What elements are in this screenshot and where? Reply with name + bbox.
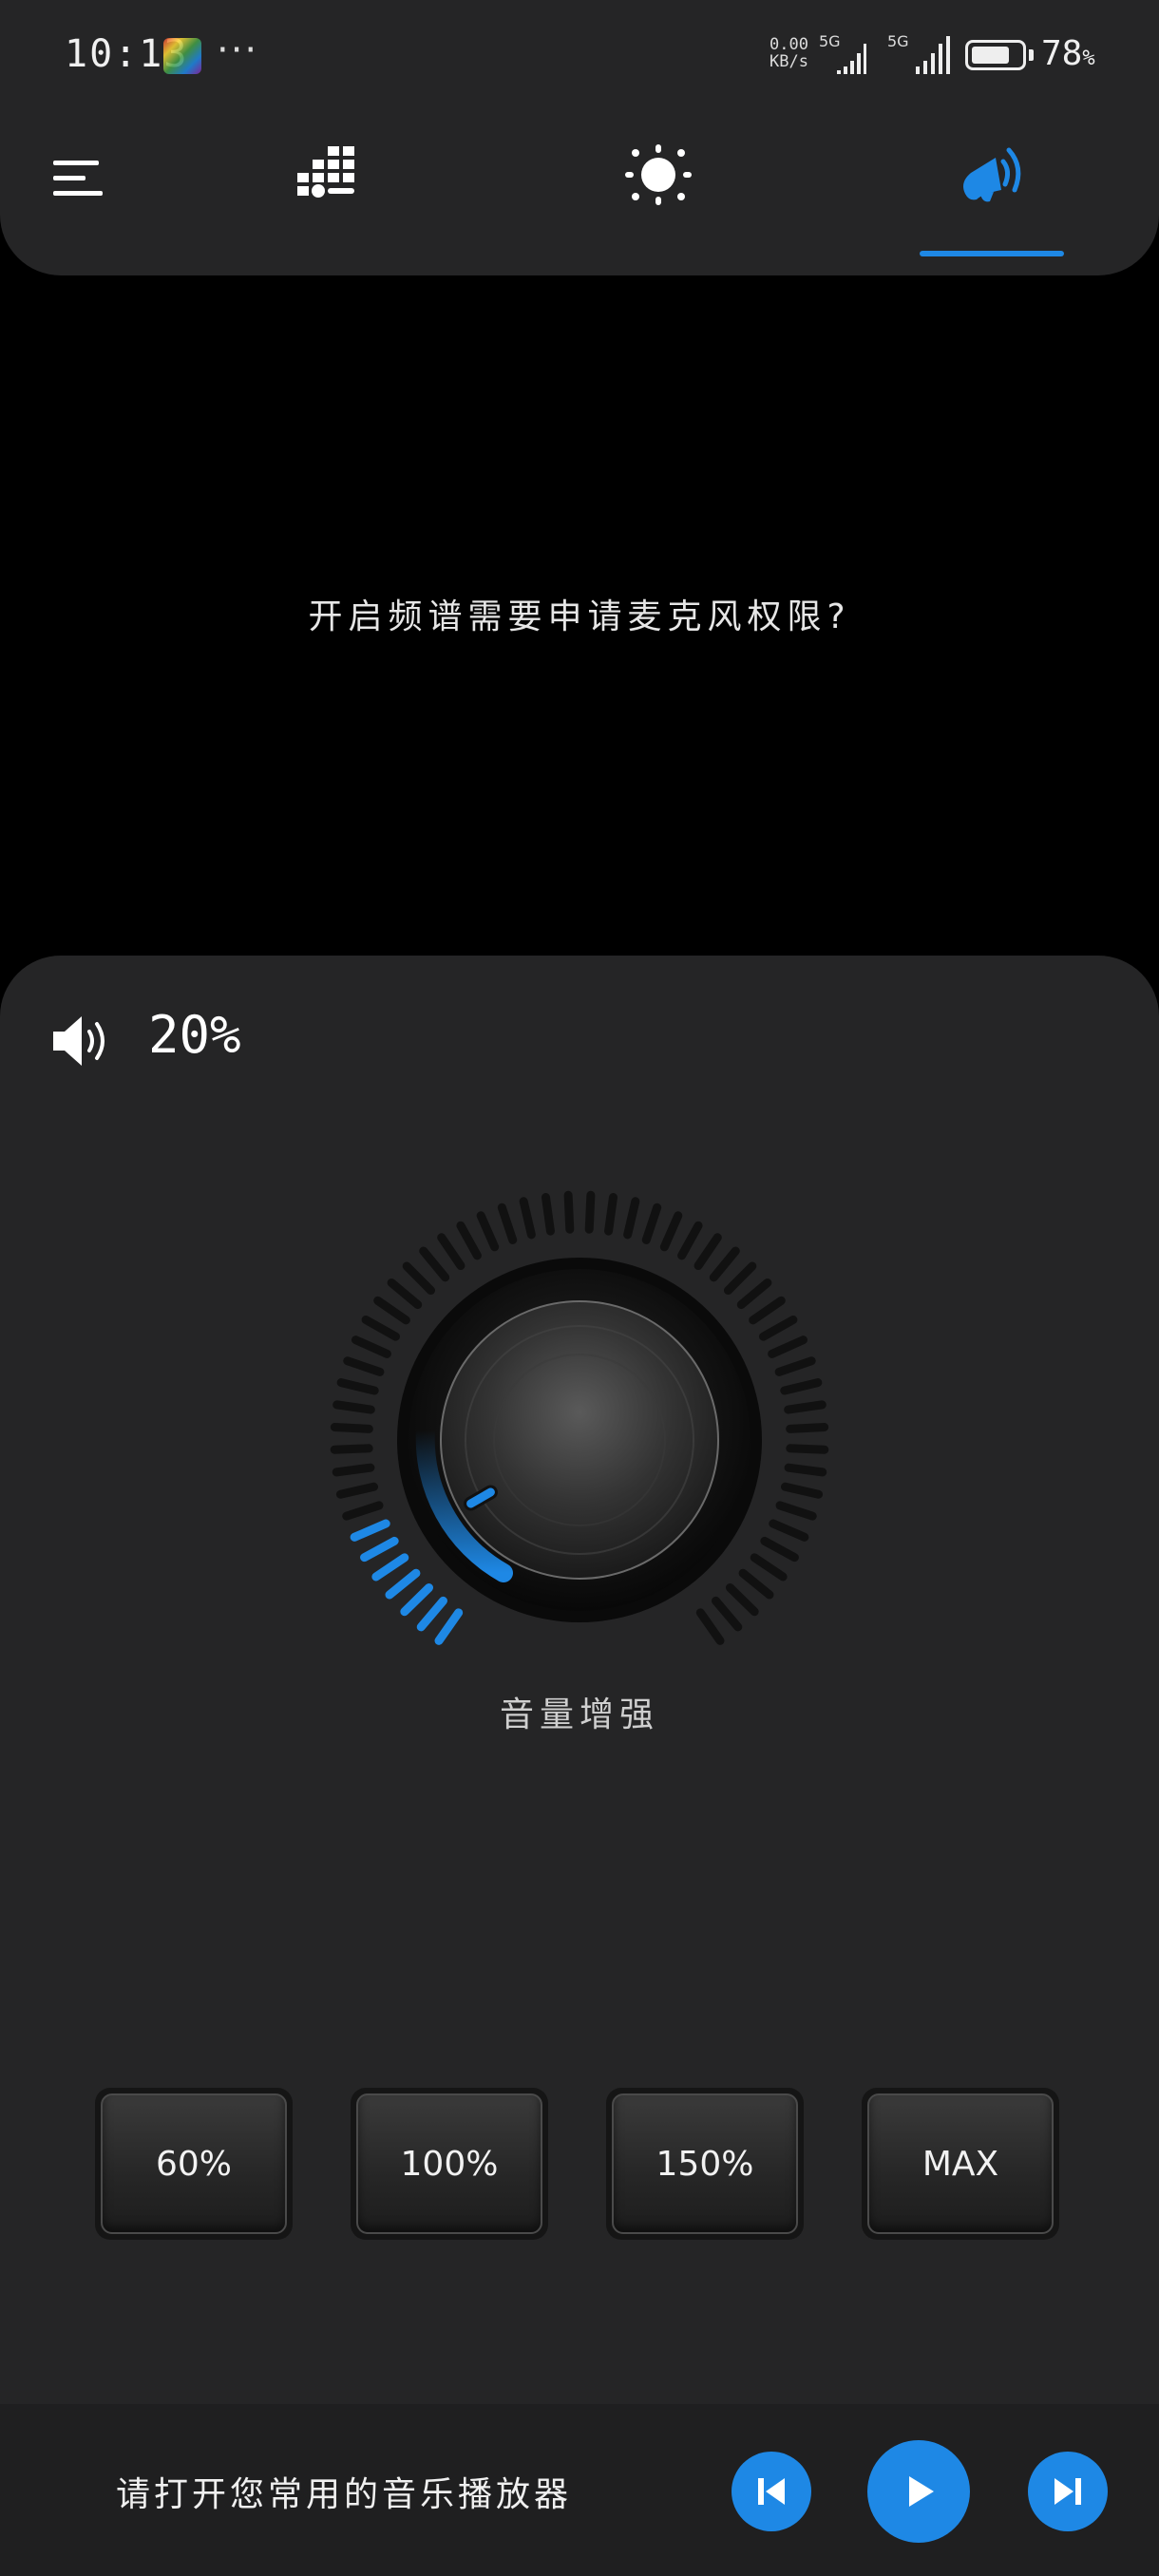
next-icon <box>1054 2478 1081 2505</box>
knob-tick <box>768 1335 808 1358</box>
top-bar: 10:13 ··· 0.00 KB/s 5G 5G 78% <box>0 0 1159 275</box>
network-speed: 0.00 KB/s <box>770 36 808 70</box>
knob-tick <box>775 1501 817 1521</box>
app-notification-icon <box>163 38 201 74</box>
knob-tick <box>738 1568 774 1600</box>
more-notifications-icon: ··· <box>217 28 259 72</box>
knob-tick <box>769 1519 809 1542</box>
knob-tick <box>402 1261 436 1296</box>
menu-icon[interactable] <box>51 156 108 203</box>
tab-volume-boost[interactable] <box>920 133 1062 256</box>
knob-tick <box>584 1190 596 1234</box>
tab-bar <box>0 133 1159 266</box>
knob-tick <box>419 1246 450 1282</box>
knob-tick-active <box>360 1536 399 1563</box>
knob-tick-active <box>416 1596 447 1632</box>
knob-tick <box>437 1233 466 1271</box>
knob-tick <box>335 1482 379 1499</box>
knob-tick <box>695 1608 725 1645</box>
knob-tick <box>604 1192 618 1236</box>
tab-equalizer[interactable] <box>255 133 397 256</box>
open-player-prompt[interactable]: 请打开您常用的音乐播放器 <box>116 2467 572 2516</box>
battery-icon <box>965 40 1026 70</box>
microphone-permission-prompt[interactable]: 开启频谱需要申请麦克风权限? <box>0 589 1159 638</box>
battery-percent: 78% <box>1041 34 1095 73</box>
network-speed-value: 0.00 <box>770 35 808 54</box>
active-tab-indicator <box>920 251 1064 256</box>
knob-tick <box>541 1192 555 1236</box>
speaker-icon <box>963 147 1021 202</box>
knob-tick <box>736 1278 772 1310</box>
knob-tick-active <box>371 1553 409 1582</box>
knob-tick-active <box>350 1519 390 1542</box>
preset-buttons: 60% 100% 150% MAX <box>0 2088 1159 2240</box>
knob-tick-active <box>434 1608 464 1645</box>
player-bar: 请打开您常用的音乐播放器 <box>0 2404 1159 2576</box>
next-button[interactable] <box>1028 2452 1108 2531</box>
knob-tick <box>723 1261 757 1296</box>
previous-button[interactable] <box>732 2452 811 2531</box>
knob-tick <box>659 1211 683 1252</box>
knob-tick <box>786 1422 829 1433</box>
volume-boost-knob[interactable] <box>314 1174 846 1706</box>
preset-100-button[interactable]: 100% <box>351 2088 548 2240</box>
volume-icon <box>49 1013 112 1073</box>
knob-tick <box>749 1296 786 1325</box>
knob-tick <box>694 1233 722 1271</box>
knob-tick <box>387 1278 423 1310</box>
knob-tick <box>456 1221 482 1260</box>
knob-tick <box>342 1501 384 1521</box>
network-speed-unit: KB/s <box>770 52 808 71</box>
volume-boost-panel: 20% 音量增强 60% 100% 150% MAX <box>0 956 1159 2404</box>
battery-tip <box>1029 49 1034 61</box>
knob-tick <box>336 1378 379 1395</box>
play-icon <box>909 2476 934 2507</box>
knob-tick <box>476 1211 500 1252</box>
previous-icon <box>758 2478 785 2505</box>
knob-tick <box>361 1315 401 1341</box>
knob-tick <box>677 1221 703 1260</box>
preset-60-button[interactable]: 60% <box>95 2088 293 2240</box>
knob-tick <box>758 1315 798 1341</box>
knob-tick <box>519 1197 536 1240</box>
knob-tick <box>343 1356 385 1376</box>
equalizer-icon <box>297 146 354 198</box>
volume-percent: 20% <box>148 1005 241 1065</box>
knob-tick-active <box>400 1582 434 1617</box>
knob-label: 音量增强 <box>499 1695 659 1734</box>
knob-tick <box>332 1463 375 1477</box>
status-bar: 10:13 ··· 0.00 KB/s 5G 5G 78% <box>0 0 1159 114</box>
knob-tick <box>330 1422 373 1433</box>
preset-max-button[interactable]: MAX <box>862 2088 1059 2240</box>
knob-tick <box>784 1400 826 1414</box>
knob-tick <box>709 1246 740 1282</box>
knob-tick <box>712 1596 743 1632</box>
knob-tick <box>780 1482 824 1499</box>
knob-tick <box>760 1536 799 1563</box>
knob-tick-active <box>385 1568 421 1600</box>
knob-tick <box>750 1553 788 1582</box>
knob-tick <box>784 1463 827 1477</box>
knob-tick <box>725 1582 759 1617</box>
knob-tick <box>563 1190 575 1234</box>
knob-tick <box>351 1335 391 1358</box>
knob-cap <box>440 1300 719 1580</box>
knob-tick <box>641 1203 662 1244</box>
tab-light[interactable] <box>587 133 730 256</box>
knob-tick <box>497 1203 518 1244</box>
knob-tick <box>774 1356 816 1376</box>
knob-tick <box>623 1197 640 1240</box>
knob-tick <box>332 1400 375 1414</box>
preset-150-button[interactable]: 150% <box>606 2088 804 2240</box>
sun-icon <box>625 144 692 205</box>
knob-tick <box>780 1378 823 1395</box>
knob-tick <box>373 1296 410 1325</box>
play-button[interactable] <box>867 2440 970 2543</box>
